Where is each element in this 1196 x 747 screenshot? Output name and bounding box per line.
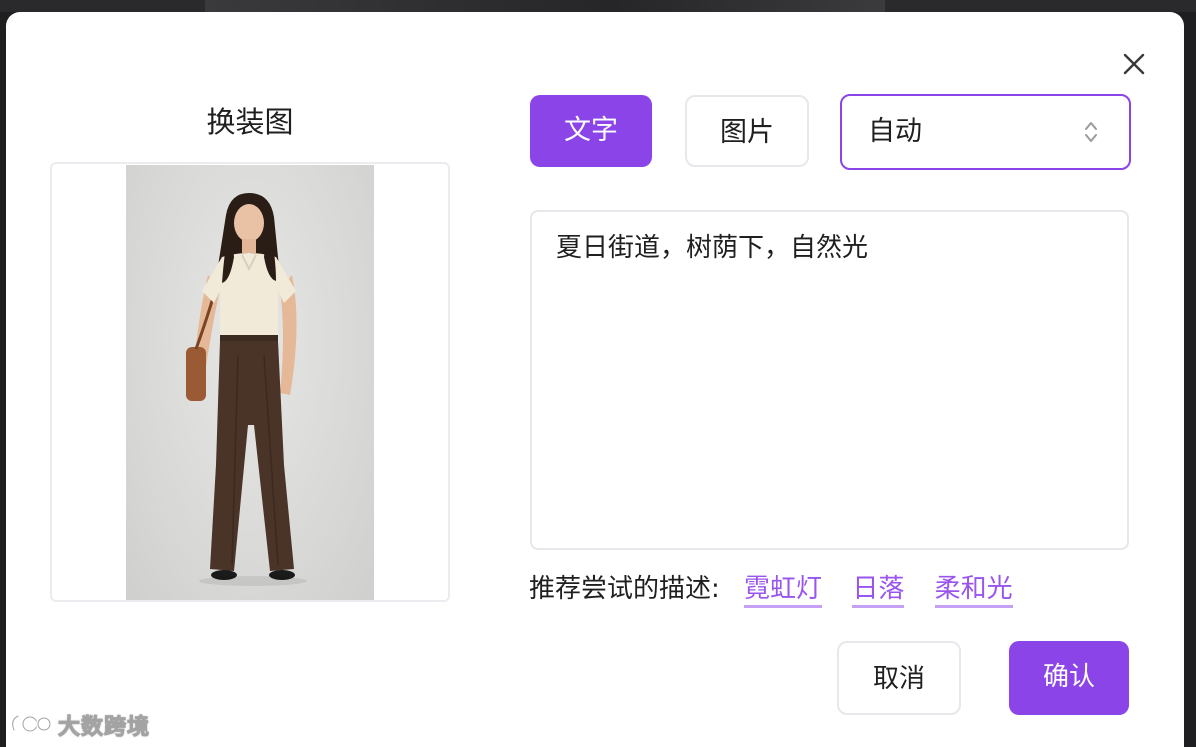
mode-select[interactable]: 自动 [840,94,1131,170]
backdrop [0,0,1196,12]
preview-title: 换装图 [206,105,294,139]
scene-description-input[interactable] [530,210,1129,550]
suggestion-sunset[interactable]: 日落 [852,574,905,608]
outfit-preview-image [126,165,374,600]
tab-image[interactable]: 图片 [685,95,809,167]
suggestion-neon[interactable]: 霓虹灯 [744,574,823,608]
chevron-up-down-icon [1085,122,1097,142]
cancel-button[interactable]: 取消 [837,641,961,715]
suggestion-soft-light[interactable]: 柔和光 [934,574,1013,608]
suggestion-row: 推荐尝试的描述: 霓虹灯 日落 柔和光 [529,570,1013,610]
close-button[interactable] [1120,50,1148,78]
tab-text[interactable]: 文字 [530,95,652,167]
outfit-preview-frame [50,162,450,602]
close-icon [1123,53,1145,75]
suggestion-label: 推荐尝试的描述: [529,574,720,604]
logo-icon [10,714,52,733]
model-figure-illustration [186,193,307,586]
backdrop-image-fragment [205,0,885,12]
mode-select-value: 自动 [868,116,922,147]
watermark: 大数跨境 [8,708,150,742]
watermark-text: 大数跨境 [57,715,151,741]
confirm-button[interactable]: 确认 [1009,641,1129,715]
